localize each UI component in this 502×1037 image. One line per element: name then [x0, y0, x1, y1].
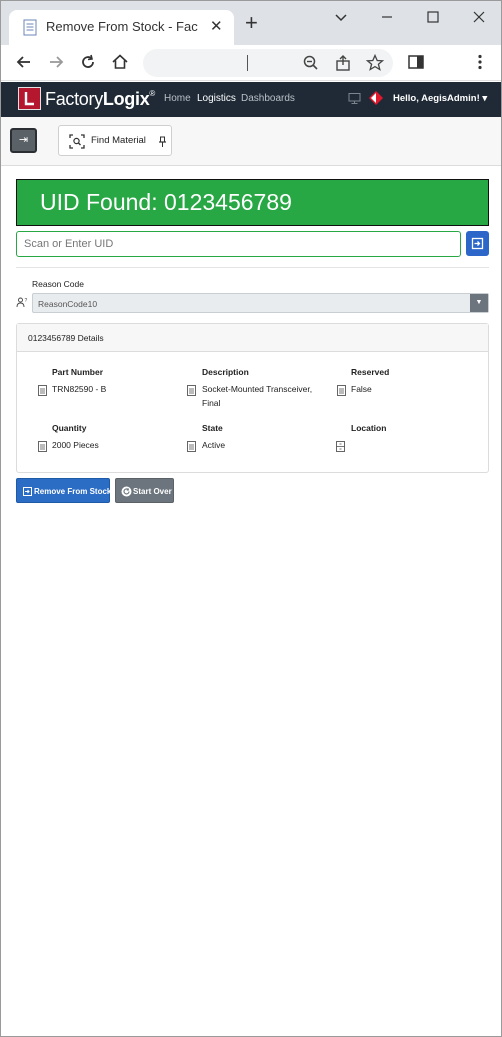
close-window-icon[interactable]	[469, 7, 489, 27]
field-label-location: Location	[351, 423, 387, 433]
find-material-label: Find Material	[91, 135, 146, 146]
browser-toolbar	[1, 45, 501, 81]
find-material-button[interactable]: Find Material	[58, 125, 172, 156]
user-menu[interactable]: Hello, AegisAdmin! ▾	[393, 93, 487, 104]
reason-code-value: ReasonCode10	[38, 299, 98, 309]
logo-l-icon	[24, 92, 34, 106]
field-label-reserved: Reserved	[351, 367, 390, 377]
field-label-quantity: Quantity	[52, 423, 87, 433]
reload-icon[interactable]	[78, 52, 98, 72]
uid-submit-button[interactable]	[466, 231, 489, 256]
document-icon	[23, 19, 37, 36]
field-value-description: Socket-Mounted Transceiver, Final	[202, 384, 313, 408]
cabinet-icon	[336, 441, 345, 452]
chevron-down-icon[interactable]	[331, 7, 351, 27]
tab-title: Remove From Stock - FactoryLogix	[46, 19, 198, 34]
uid-found-banner: UID Found: 0123456789	[16, 179, 489, 226]
uid-found-text: UID Found: 0123456789	[40, 189, 292, 215]
share-icon[interactable]	[333, 53, 353, 73]
pin-icon[interactable]	[158, 136, 167, 148]
reason-code-select[interactable]: ReasonCode10 ▼	[32, 293, 489, 313]
dropdown-arrow-icon[interactable]: ▼	[470, 294, 488, 312]
restart-icon	[121, 486, 132, 497]
new-tab-button[interactable]: +	[245, 12, 258, 34]
text-caret	[247, 55, 248, 71]
reason-code-label: Reason Code	[32, 279, 84, 289]
start-over-label: Start Over	[133, 487, 172, 496]
field-value-state: Active	[202, 440, 226, 450]
start-over-button[interactable]: Start Over	[115, 478, 174, 503]
enter-icon	[471, 237, 484, 250]
details-title: 0123456789 Details	[28, 333, 104, 343]
remove-from-stock-label: Remove From Stock	[34, 487, 112, 496]
nav-link-home[interactable]: Home	[164, 93, 191, 104]
document-icon	[38, 441, 47, 452]
logo-registered: ®	[149, 89, 156, 98]
document-icon	[337, 385, 346, 396]
alert-diamond-icon[interactable]	[368, 90, 384, 106]
maximize-icon[interactable]	[423, 7, 443, 27]
zoom-out-icon[interactable]	[301, 53, 321, 73]
document-icon	[187, 441, 196, 452]
scan-search-icon	[69, 134, 85, 149]
browser-titlebar: Remove From Stock - FactoryLogix ✕ +	[1, 1, 501, 45]
svg-text:?: ?	[25, 298, 28, 304]
side-panel-icon[interactable]	[406, 52, 426, 72]
user-question-icon: ?	[16, 297, 28, 308]
field-label-state: State	[202, 423, 223, 433]
back-arrow-icon[interactable]	[14, 52, 34, 72]
home-icon[interactable]	[110, 52, 130, 72]
tab-close-icon[interactable]: ✕	[210, 17, 223, 35]
logo-text-first: Factory	[45, 89, 103, 109]
monitor-icon[interactable]	[348, 92, 361, 105]
nav-link-logistics[interactable]: Logistics	[197, 93, 236, 104]
collapse-sidebar-button[interactable]: ⇥	[10, 128, 37, 153]
app-logo[interactable]: FactoryLogix®	[45, 89, 155, 110]
factorylogix-logo-icon	[18, 87, 41, 110]
action-bar: ⇥ Find Material	[1, 117, 501, 166]
field-label-part-number: Part Number	[52, 367, 104, 377]
bookmark-star-icon[interactable]	[365, 53, 385, 73]
browser-window: Remove From Stock - FactoryLogix ✕ +	[0, 0, 502, 1037]
minimize-icon[interactable]	[377, 7, 397, 27]
details-card-header: 0123456789 Details	[17, 324, 488, 352]
app-navbar: FactoryLogix® Home Logistics Dashboards …	[1, 82, 501, 117]
document-icon	[38, 385, 47, 396]
address-bar[interactable]	[143, 49, 393, 77]
browser-tab[interactable]: Remove From Stock - FactoryLogix ✕	[9, 10, 234, 45]
enter-icon	[23, 487, 32, 496]
remove-from-stock-button[interactable]: Remove From Stock	[16, 478, 112, 503]
field-label-description: Description	[202, 367, 249, 377]
document-icon	[187, 385, 196, 396]
field-value-part-number: TRN82590 - B	[52, 384, 107, 394]
logo-text-second: Logix	[102, 89, 150, 109]
details-card: 0123456789 Details Part Number TRN82590 …	[16, 323, 489, 473]
forward-arrow-icon[interactable]	[46, 52, 66, 72]
uid-input[interactable]	[16, 231, 461, 257]
nav-link-dashboards[interactable]: Dashboards	[241, 93, 295, 104]
divider	[16, 267, 489, 268]
field-value-quantity: 2000 Pieces	[52, 440, 99, 450]
more-options-icon[interactable]	[470, 52, 490, 72]
field-value-reserved: False	[351, 384, 372, 394]
